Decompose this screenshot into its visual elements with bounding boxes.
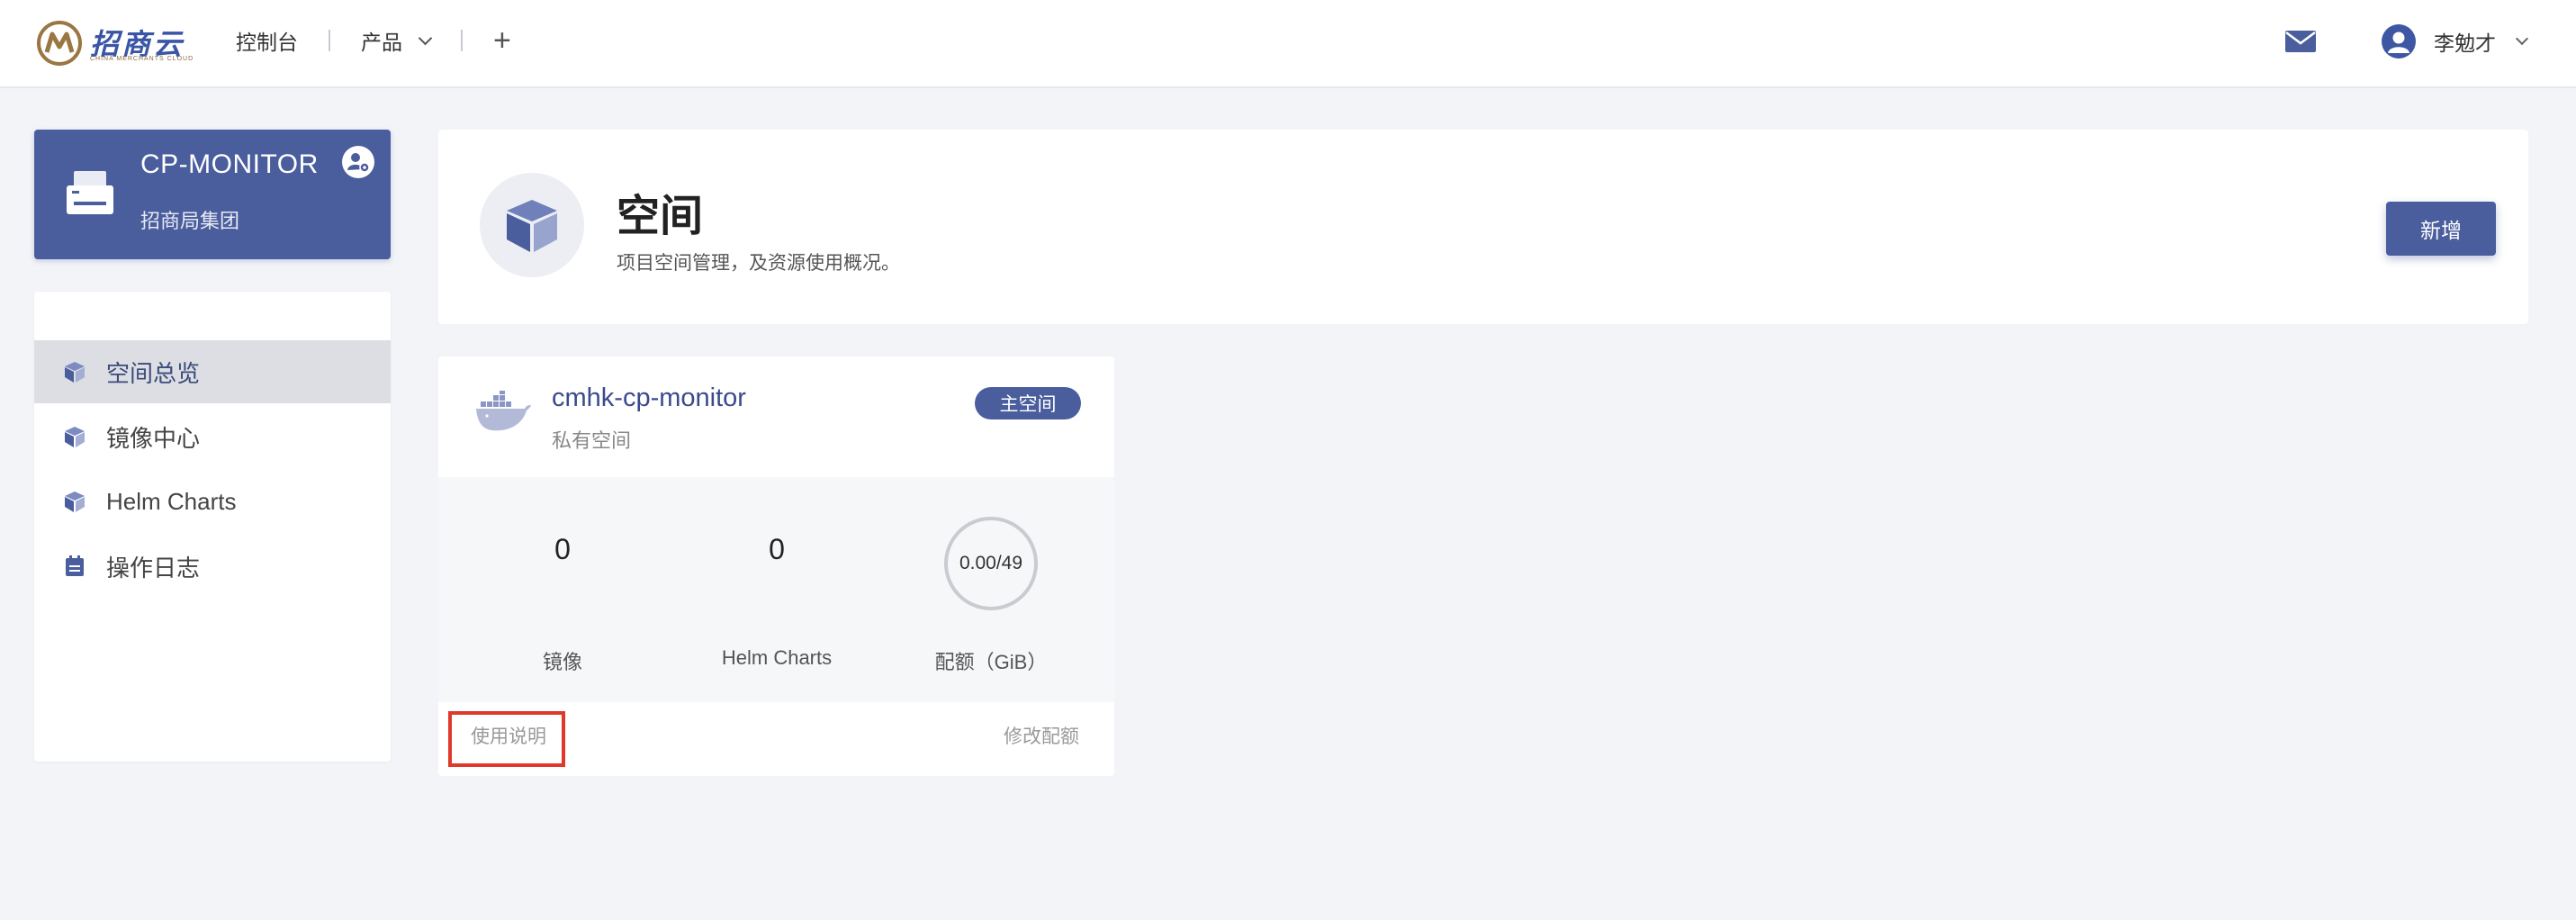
logo[interactable]: 招商云 CHINA MERCHANTS CLOUD: [36, 20, 193, 67]
charts-label: Helm Charts: [721, 646, 833, 669]
avatar: [2382, 24, 2416, 59]
cube-icon: [65, 362, 85, 383]
sidebar-item-label: Helm Charts: [106, 487, 237, 515]
project-name: CP-MONITOR: [140, 149, 319, 179]
top-bar: 招商云 CHINA MERCHANTS CLOUD 控制台 产品 + 李勉才: [0, 0, 2576, 88]
chevron-down-icon: [418, 31, 433, 45]
sidebar-item-label: 操作日志: [106, 554, 201, 582]
images-label: 镜像: [542, 651, 582, 673]
user-menu[interactable]: 李勉才: [2382, 22, 2529, 61]
sidebar-menu: 空间总览 镜像中心 Helm Charts 操作日志: [34, 292, 391, 762]
space-name-link[interactable]: cmhk-cp-monitor: [552, 383, 746, 413]
sidebar-item-helm-charts[interactable]: Helm Charts: [34, 470, 391, 533]
quota-label: 配额（GiB）: [934, 651, 1048, 673]
usage-guide-link[interactable]: 使用说明: [471, 722, 546, 749]
nav-divider: [461, 30, 463, 51]
images-count: 0: [554, 533, 571, 565]
cube-icon: [65, 427, 85, 447]
space-stats: 0 镜像 0 Helm Charts 0.00/49 配额（GiB）: [438, 477, 1114, 702]
main-space-badge: 主空间: [975, 387, 1081, 419]
nav-console[interactable]: 控制台: [236, 25, 298, 56]
space-type: 私有空间: [552, 429, 632, 452]
cube-icon: [507, 200, 557, 252]
page-title: 空间: [617, 193, 704, 240]
mail-icon[interactable]: [2284, 29, 2317, 54]
nav-products-label: 产品: [361, 31, 402, 54]
sidebar-item-space-overview[interactable]: 空间总览: [34, 340, 391, 403]
edit-quota-link[interactable]: 修改配额: [1004, 722, 1079, 749]
add-icon[interactable]: +: [493, 25, 511, 56]
charts-count: 0: [769, 533, 785, 565]
member-settings-icon[interactable]: [342, 146, 374, 178]
page-header: 空间 项目空间管理，及资源使用概况。 新增: [438, 130, 2528, 324]
space-card: cmhk-cp-monitor 私有空间 主空间 0 镜像 0 Helm Cha…: [438, 356, 1114, 776]
logo-subtitle: CHINA MERCHANTS CLOUD: [90, 56, 194, 62]
chevron-down-icon: [2515, 32, 2529, 46]
project-card: CP-MONITOR 招商局集团: [34, 130, 391, 259]
sidebar-item-label: 空间总览: [106, 359, 201, 387]
page-description: 项目空间管理，及资源使用概况。: [617, 253, 900, 274]
sidebar-item-operation-log[interactable]: 操作日志: [34, 535, 391, 598]
docker-icon: [476, 391, 531, 431]
user-icon: [2388, 32, 2409, 53]
user-name: 李勉才: [2434, 32, 2496, 55]
user-gear-icon: [347, 153, 370, 173]
cube-icon: [65, 492, 85, 512]
logo-icon: [37, 21, 82, 66]
calendar-icon: [66, 555, 84, 576]
sidebar-item-image-center[interactable]: 镜像中心: [34, 405, 391, 468]
space-card-footer: 使用说明 修改配额: [438, 702, 1114, 776]
quota-value: 0.00/49: [959, 553, 1023, 573]
project-org: 招商局集团: [140, 210, 240, 232]
sidebar-item-label: 镜像中心: [106, 424, 201, 452]
printer-icon: [67, 171, 113, 214]
nav-divider: [329, 30, 330, 51]
quota-ring: 0.00/49: [944, 517, 1038, 610]
top-nav: 控制台 产品 +: [236, 25, 511, 56]
add-space-button[interactable]: 新增: [2386, 202, 2496, 256]
nav-products[interactable]: 产品: [361, 25, 433, 56]
